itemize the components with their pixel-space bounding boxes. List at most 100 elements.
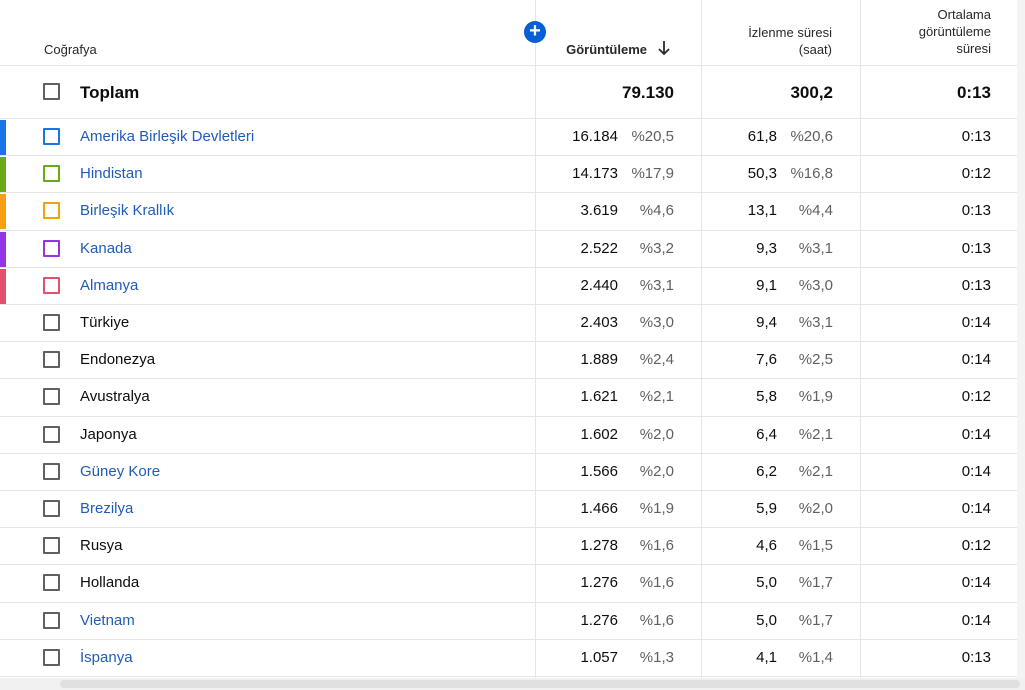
watch-time-percent: %2,1 — [798, 463, 833, 480]
row-checkbox[interactable] — [43, 128, 60, 145]
avg-duration-value: 0:12 — [961, 388, 991, 405]
table-row: Brezilya 1.466 %1,9 5,9 %2,0 0:14 — [0, 491, 1017, 528]
table-row: Avustralya 1.621 %2,1 5,8 %1,9 0:12 — [0, 379, 1017, 416]
row-checkbox[interactable] — [43, 612, 60, 629]
views-value: 2.522 — [580, 240, 618, 257]
views-value: 1.276 — [580, 612, 618, 629]
views-percent: %3,1 — [639, 277, 674, 294]
row-checkbox[interactable] — [43, 388, 60, 405]
table-row: Endonezya 1.889 %2,4 7,6 %2,5 0:14 — [0, 342, 1017, 379]
country-name[interactable]: Almanya — [80, 277, 138, 294]
watch-time-value: 9,1 — [756, 277, 777, 294]
country-name: Türkiye — [80, 314, 130, 331]
avg-duration-column-header[interactable]: Ortalama görüntüleme süresi — [865, 6, 991, 57]
watch-time-percent: %16,8 — [790, 165, 833, 182]
row-checkbox[interactable] — [43, 649, 60, 666]
avg-duration-value: 0:13 — [961, 649, 991, 666]
watch-time-percent: %2,1 — [798, 426, 833, 443]
views-percent: %3,0 — [639, 314, 674, 331]
watch-time-value: 4,6 — [756, 537, 777, 554]
views-value: 1.057 — [580, 649, 618, 666]
watch-time-percent: %2,5 — [798, 351, 833, 368]
watch-time-percent: %1,7 — [798, 574, 833, 591]
avg-duration-value: 0:13 — [961, 277, 991, 294]
country-name[interactable]: İspanya — [80, 649, 133, 666]
geography-column-header[interactable]: Coğrafya — [44, 41, 97, 58]
views-value: 1.466 — [580, 500, 618, 517]
avg-duration-value: 0:12 — [961, 165, 991, 182]
views-value: 1.889 — [580, 351, 618, 368]
country-name[interactable]: Birleşik Krallık — [80, 202, 174, 219]
avg-duration-value: 0:14 — [961, 500, 991, 517]
views-value: 16.184 — [572, 128, 618, 145]
country-name[interactable]: Vietnam — [80, 612, 135, 629]
avg-header-line: görüntüleme — [918, 24, 991, 39]
views-value: 2.403 — [580, 314, 618, 331]
watch-time-percent: %3,1 — [798, 314, 833, 331]
row-checkbox[interactable] — [43, 574, 60, 591]
arrow-down-icon[interactable] — [657, 40, 671, 56]
row-checkbox[interactable] — [43, 463, 60, 480]
avg-header-line: süresi — [956, 41, 991, 56]
table-row: İspanya 1.057 %1,3 4,1 %1,4 0:13 — [0, 640, 1017, 677]
total-checkbox[interactable] — [43, 83, 60, 100]
country-name[interactable]: Güney Kore — [80, 463, 160, 480]
horizontal-scrollbar[interactable] — [0, 678, 1025, 690]
row-checkbox[interactable] — [43, 314, 60, 331]
row-checkbox[interactable] — [43, 202, 60, 219]
watch-time-value: 9,4 — [756, 314, 777, 331]
add-metric-button[interactable]: + — [524, 21, 546, 43]
total-avg-duration: 0:13 — [956, 83, 991, 102]
table-row: Türkiye 2.403 %3,0 9,4 %3,1 0:14 — [0, 305, 1017, 342]
table-row: Vietnam 1.276 %1,6 5,0 %1,7 0:14 — [0, 603, 1017, 640]
geography-table: Coğrafya + Görüntüleme İzlenme süresi (s… — [0, 0, 1025, 690]
table-row: Kanada 2.522 %3,2 9,3 %3,1 0:13 — [0, 231, 1017, 268]
row-checkbox[interactable] — [43, 537, 60, 554]
watch-time-column-header[interactable]: İzlenme süresi (saat) — [705, 24, 832, 58]
watch-time-value: 61,8 — [747, 128, 777, 145]
views-percent: %1,6 — [639, 537, 674, 554]
country-name: Rusya — [80, 537, 123, 554]
total-row: Toplam 79.130 300,2 0:13 — [0, 66, 1017, 118]
watch-time-value: 6,2 — [756, 463, 777, 480]
avg-duration-value: 0:14 — [961, 574, 991, 591]
country-name[interactable]: Hindistan — [80, 165, 143, 182]
watch-time-percent: %1,9 — [798, 388, 833, 405]
watch-time-percent: %4,4 — [798, 202, 833, 219]
country-name[interactable]: Kanada — [80, 240, 132, 257]
row-checkbox[interactable] — [43, 351, 60, 368]
avg-duration-value: 0:12 — [961, 537, 991, 554]
watch-time-percent: %20,6 — [790, 128, 833, 145]
vertical-scrollbar[interactable] — [1017, 0, 1025, 690]
watch-time-value: 5,0 — [756, 574, 777, 591]
total-watch-time: 300,2 — [790, 83, 833, 102]
horizontal-scrollbar-thumb[interactable] — [60, 680, 1020, 688]
row-checkbox[interactable] — [43, 240, 60, 257]
views-column-header[interactable]: Görüntüleme — [540, 41, 647, 58]
avg-duration-value: 0:13 — [961, 240, 991, 257]
views-percent: %1,6 — [639, 612, 674, 629]
table-row: Hollanda 1.276 %1,6 5,0 %1,7 0:14 — [0, 565, 1017, 602]
views-percent: %20,5 — [631, 128, 674, 145]
country-name[interactable]: Brezilya — [80, 500, 133, 517]
watch-time-percent: %1,7 — [798, 612, 833, 629]
watch-time-value: 50,3 — [747, 165, 777, 182]
country-name: Avustralya — [80, 388, 150, 405]
views-percent: %4,6 — [639, 202, 674, 219]
watch-time-percent: %3,0 — [798, 277, 833, 294]
watch-time-value: 4,1 — [756, 649, 777, 666]
row-checkbox[interactable] — [43, 426, 60, 443]
row-checkbox[interactable] — [43, 165, 60, 182]
table-row: Japonya 1.602 %2,0 6,4 %2,1 0:14 — [0, 417, 1017, 454]
country-name: Japonya — [80, 426, 137, 443]
country-name[interactable]: Amerika Birleşik Devletleri — [80, 128, 254, 145]
views-percent: %1,9 — [639, 500, 674, 517]
watch-time-header-line: (saat) — [798, 42, 832, 57]
row-checkbox[interactable] — [43, 500, 60, 517]
views-percent: %2,0 — [639, 463, 674, 480]
watch-time-value: 5,8 — [756, 388, 777, 405]
row-checkbox[interactable] — [43, 277, 60, 294]
watch-time-value: 7,6 — [756, 351, 777, 368]
watch-time-percent: %2,0 — [798, 500, 833, 517]
table-row: Güney Kore 1.566 %2,0 6,2 %2,1 0:14 — [0, 454, 1017, 491]
